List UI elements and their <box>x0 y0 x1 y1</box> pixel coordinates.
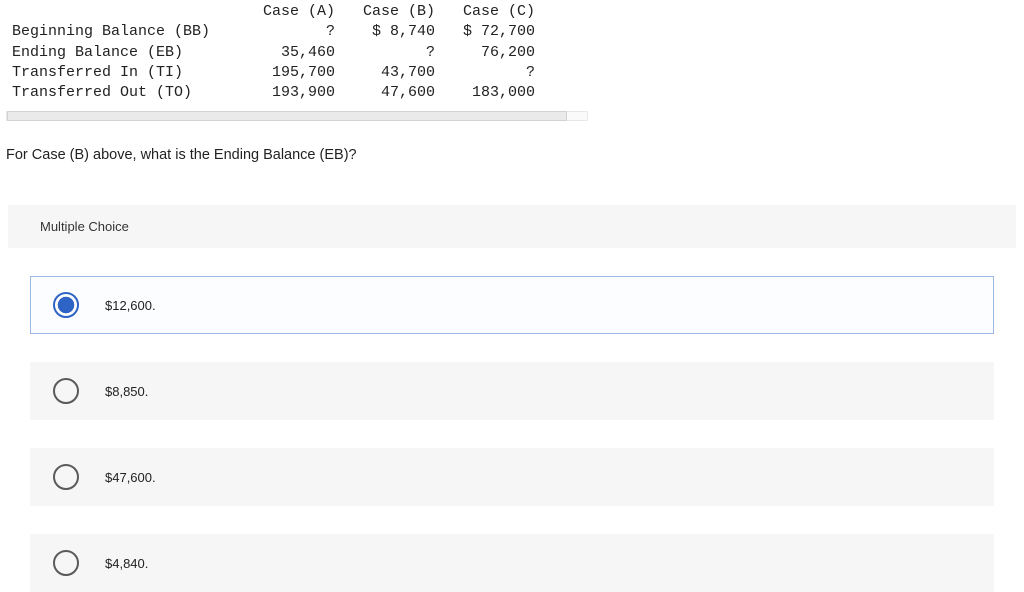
horizontal-scrollbar[interactable] <box>6 111 588 121</box>
col-header-c: Case (C) <box>435 2 535 22</box>
col-header-a: Case (A) <box>235 2 335 22</box>
radio-icon <box>53 464 79 490</box>
cell: ? <box>235 22 335 42</box>
cell: ? <box>435 63 535 83</box>
option-label: $8,850. <box>105 384 148 399</box>
table-row: Transferred Out (TO) 193,900 47,600 183,… <box>0 83 580 103</box>
table-row: Ending Balance (EB) 35,460 ? 76,200 <box>0 43 580 63</box>
case-data-table: . Case (A) Case (B) Case (C) Beginning B… <box>0 0 580 109</box>
col-header-b: Case (B) <box>335 2 435 22</box>
cell: 43,700 <box>335 63 435 83</box>
radio-icon <box>53 292 79 318</box>
radio-icon <box>53 550 79 576</box>
cell: $ 72,700 <box>435 22 535 42</box>
option-list: $12,600. $8,850. $47,600. $4,840. <box>8 248 1016 592</box>
table-row: Beginning Balance (BB) ? $ 8,740 $ 72,70… <box>0 22 580 42</box>
row-label: Ending Balance (EB) <box>0 43 235 63</box>
row-label: Beginning Balance (BB) <box>0 22 235 42</box>
scrollbar-thumb[interactable] <box>7 111 567 121</box>
cell: 183,000 <box>435 83 535 103</box>
cell: 47,600 <box>335 83 435 103</box>
row-label: Transferred Out (TO) <box>0 83 235 103</box>
option-2[interactable]: $8,850. <box>30 362 994 420</box>
table-row: Transferred In (TI) 195,700 43,700 ? <box>0 63 580 83</box>
option-label: $12,600. <box>105 298 156 313</box>
multiple-choice-heading: Multiple Choice <box>8 205 1016 248</box>
cell: 35,460 <box>235 43 335 63</box>
option-label: $47,600. <box>105 470 156 485</box>
cell: 193,900 <box>235 83 335 103</box>
option-1[interactable]: $12,600. <box>30 276 994 334</box>
question-text: For Case (B) above, what is the Ending B… <box>0 121 1024 163</box>
option-4[interactable]: $4,840. <box>30 534 994 592</box>
row-label: Transferred In (TI) <box>0 63 235 83</box>
cell: 195,700 <box>235 63 335 83</box>
option-3[interactable]: $47,600. <box>30 448 994 506</box>
cell: 76,200 <box>435 43 535 63</box>
radio-icon <box>53 378 79 404</box>
cell: ? <box>335 43 435 63</box>
cell: $ 8,740 <box>335 22 435 42</box>
multiple-choice-block: Multiple Choice $12,600. $8,850. $47,600… <box>8 205 1016 592</box>
option-label: $4,840. <box>105 556 148 571</box>
